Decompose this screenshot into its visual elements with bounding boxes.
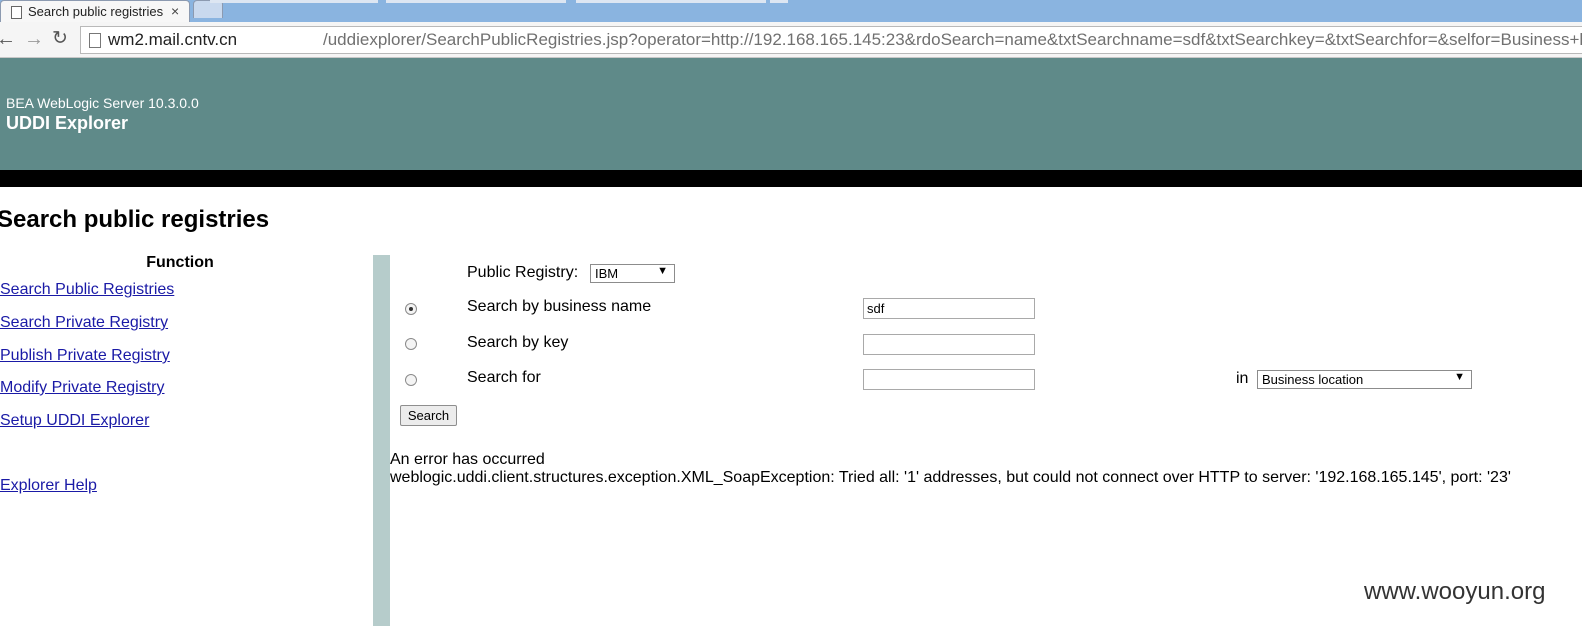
search-button[interactable]: Search: [400, 405, 457, 426]
forward-arrow-icon[interactable]: →: [24, 27, 44, 51]
browser-toolbar: ← → ↻ wm2.mail.cntv.cn /uddiexplorer/Sea…: [0, 22, 1582, 58]
tab-search-public-registries[interactable]: Search public registries ×: [0, 0, 190, 22]
dropdown-arrow-icon: ▼: [1454, 371, 1465, 383]
radio-search-by-business-name[interactable]: [405, 303, 417, 315]
background-tab[interactable]: [210, 0, 378, 3]
function-header: Function: [146, 254, 214, 271]
nav-link-search-private-registry[interactable]: Search Private Registry: [0, 314, 168, 332]
public-registry-select[interactable]: IBM ▼: [590, 264, 675, 283]
public-registry-label: Public Registry:: [467, 264, 579, 281]
nav-link-setup-uddi-explorer[interactable]: Setup UDDI Explorer: [0, 412, 149, 430]
product-name: BEA WebLogic Server 10.3.0.0: [6, 95, 199, 111]
radio-search-by-key[interactable]: [405, 338, 417, 350]
divider-bar: [0, 170, 1582, 187]
background-tab[interactable]: [576, 0, 766, 3]
dropdown-arrow-icon: ▼: [657, 265, 668, 277]
search-key-input[interactable]: [863, 334, 1035, 355]
nav-link-explorer-help[interactable]: Explorer Help: [0, 477, 97, 495]
search-for-input[interactable]: [863, 369, 1035, 390]
radio-search-for[interactable]: [405, 374, 417, 386]
error-message: weblogic.uddi.client.structures.exceptio…: [390, 469, 1511, 486]
tab-strip: Search public registries ×: [0, 0, 1582, 22]
nav-link-modify-private-registry[interactable]: Modify Private Registry: [0, 379, 165, 397]
tab-title: Search public registries: [28, 4, 164, 19]
search-for-scope-value: Business location: [1262, 372, 1364, 387]
url-path: /uddiexplorer/SearchPublicRegistries.jsp…: [323, 30, 1582, 49]
search-for-scope-select[interactable]: Business location ▼: [1257, 370, 1472, 389]
search-by-key-label: Search by key: [467, 334, 569, 351]
header-banner: BEA WebLogic Server 10.3.0.0 UDDI Explor…: [0, 58, 1582, 170]
close-icon[interactable]: ×: [171, 3, 179, 19]
public-registry-value: IBM: [595, 266, 619, 281]
nav-link-publish-private-registry[interactable]: Publish Private Registry: [0, 347, 170, 365]
page-icon: [11, 6, 22, 19]
banner-title: UDDI Explorer: [6, 113, 129, 133]
business-name-input[interactable]: [863, 298, 1035, 319]
background-tab[interactable]: [770, 0, 788, 3]
background-tab[interactable]: [386, 0, 566, 3]
page-icon: [89, 33, 101, 48]
nav-link-search-public-registries[interactable]: Search Public Registries: [0, 281, 174, 299]
address-bar[interactable]: wm2.mail.cntv.cn /uddiexplorer/SearchPub…: [80, 26, 1582, 54]
watermark: www.wooyun.org: [1364, 578, 1546, 605]
search-by-business-name-label: Search by business name: [467, 298, 652, 315]
column-divider: [373, 255, 390, 626]
back-arrow-icon[interactable]: ←: [0, 27, 16, 51]
reload-icon[interactable]: ↻: [52, 27, 68, 51]
in-label: in: [1236, 370, 1249, 387]
error-title: An error has occurred: [390, 451, 545, 468]
search-for-label: Search for: [467, 369, 541, 386]
url-host: wm2.mail.cntv.cn: [108, 30, 238, 49]
page-title: Search public registries: [0, 206, 270, 233]
